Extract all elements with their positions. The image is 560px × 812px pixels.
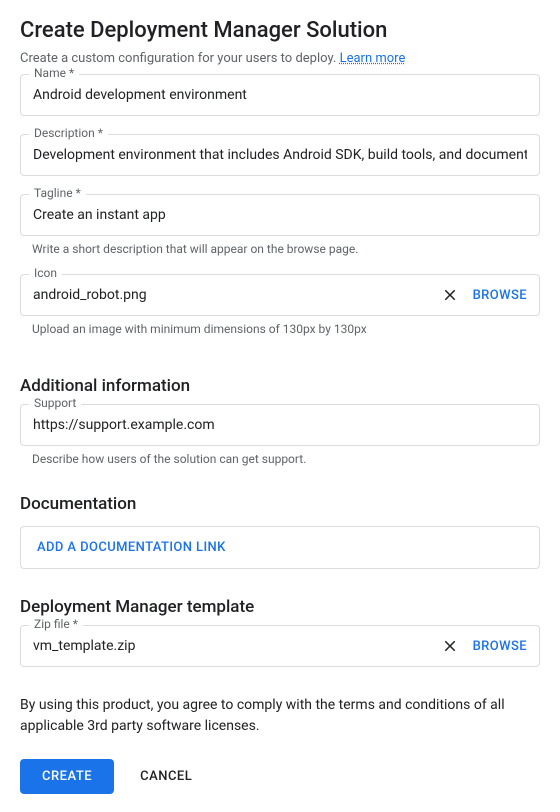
cancel-button[interactable]: CANCEL [140,759,192,794]
zipfile-browse-button[interactable]: BROWSE [473,639,527,654]
intro-text: Create a custom configuration for your u… [20,51,540,66]
support-helper: Describe how users of the solution can g… [20,452,540,466]
zipfile-label: Zip file * [29,617,83,631]
name-input[interactable] [20,74,540,116]
icon-clear-button[interactable] [437,282,463,308]
template-heading: Deployment Manager template [20,597,540,617]
tagline-input[interactable] [20,194,540,236]
icon-label: Icon [29,266,62,280]
documentation-heading: Documentation [20,494,540,514]
create-button[interactable]: CREATE [20,759,114,794]
icon-helper: Upload an image with minimum dimensions … [20,322,540,336]
additional-info-heading: Additional information [20,376,540,396]
learn-more-link[interactable]: Learn more [340,51,406,66]
zipfile-input[interactable] [33,638,437,654]
icon-browse-button[interactable]: BROWSE [473,288,527,303]
tagline-helper: Write a short description that will appe… [20,242,540,256]
add-documentation-link-button[interactable]: ADD A DOCUMENTATION LINK [20,526,540,569]
zipfile-clear-button[interactable] [437,633,463,659]
page-title: Create Deployment Manager Solution [20,18,540,43]
support-label: Support [29,396,81,410]
description-input[interactable] [20,134,540,176]
icon-file-input[interactable] [33,287,437,303]
action-button-row: CREATE CANCEL [20,759,540,794]
intro-text-content: Create a custom configuration for your u… [20,51,340,66]
tagline-label: Tagline * [29,186,86,200]
close-icon [441,286,459,304]
close-icon [441,637,459,655]
support-input[interactable] [20,404,540,446]
name-label: Name * [29,66,79,80]
terms-text: By using this product, you agree to comp… [20,695,540,737]
description-label: Description * [29,126,108,140]
